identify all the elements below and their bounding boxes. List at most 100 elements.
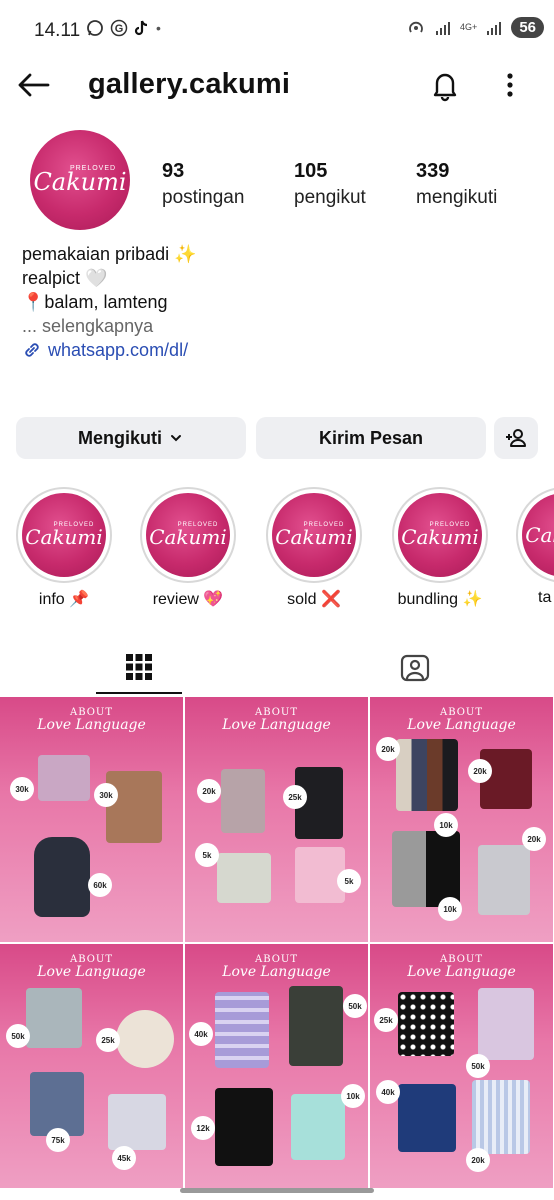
price-tag: 25k	[283, 785, 307, 809]
price-tag: 25k	[96, 1028, 120, 1052]
posts-grid: ABOUT Love Language 30k 30k 60k ABOUT Lo…	[0, 697, 554, 1189]
battery-level: 56	[511, 17, 544, 38]
post-thumbnail[interactable]: ABOUT Love Language 25k 50k 40k 20k	[370, 944, 553, 1189]
stat-followers[interactable]: 105 pengikut	[294, 160, 416, 209]
profile-header: gallery.cakumi	[0, 60, 554, 112]
post-thumbnail[interactable]: ABOUT Love Language 20k 25k 5k 5k	[185, 697, 368, 942]
tagged-person-icon	[400, 654, 430, 682]
price-tag: 50k	[343, 994, 367, 1018]
price-tag: 20k	[197, 779, 221, 803]
tab-tagged[interactable]	[388, 640, 442, 694]
bio-line: 📍balam, lamteng	[22, 292, 168, 312]
product-image	[26, 988, 82, 1048]
stat-following[interactable]: 339 mengikuti	[416, 160, 548, 209]
product-image	[396, 739, 458, 811]
post-thumbnail[interactable]: ABOUT Love Language 30k 30k 60k	[0, 697, 183, 942]
product-image	[34, 837, 90, 917]
highlight-info[interactable]: PRELOVED Cakumi info 📌	[16, 487, 112, 609]
highlight-label: sold ❌	[287, 591, 341, 608]
add-person-button[interactable]	[494, 417, 538, 459]
price-tag: 60k	[88, 873, 112, 897]
product-image	[116, 1010, 174, 1068]
dot-icon: •	[156, 20, 161, 36]
tab-grid[interactable]	[96, 640, 182, 694]
product-image	[38, 755, 90, 801]
logo-text: Cakumi	[33, 167, 127, 196]
price-tag: 30k	[94, 783, 118, 807]
price-tag: 40k	[189, 1022, 213, 1046]
bio-line: pemakaian pribadi ✨	[22, 244, 197, 264]
highlight-cover: Cakumi	[149, 524, 227, 549]
product-image	[30, 1072, 84, 1136]
highlight-sold[interactable]: PRELOVED Cakumi sold ❌	[266, 487, 362, 609]
price-tag: 75k	[46, 1128, 70, 1152]
profile-avatar[interactable]: PRELOVED Cakumi	[30, 130, 130, 230]
product-image	[472, 1080, 530, 1154]
stat-value: 105	[294, 160, 328, 182]
stat-value: 339	[416, 160, 450, 182]
product-image	[478, 845, 530, 915]
profile-username: gallery.cakumi	[88, 68, 291, 100]
product-image	[215, 992, 269, 1068]
price-tag: 12k	[191, 1116, 215, 1140]
product-image	[392, 831, 460, 907]
product-image	[398, 1084, 456, 1152]
product-image	[478, 988, 534, 1060]
tiktok-icon	[134, 20, 148, 36]
stat-label: postingan	[162, 187, 245, 208]
highlight-cover: Cakumi	[25, 524, 103, 549]
price-tag: 20k	[468, 759, 492, 783]
highlight-label: info 📌	[38, 591, 90, 608]
bio-more-link[interactable]: ... selengkapnya	[22, 314, 197, 338]
status-bar: 14.11 G • 4G+ 56	[0, 0, 554, 60]
whatsapp-icon	[87, 20, 103, 36]
price-tag: 20k	[466, 1148, 490, 1172]
highlight-partial[interactable]: Cakumi ta	[516, 487, 554, 607]
highlight-cover: Cakumi	[275, 524, 353, 549]
stat-label: mengikuti	[416, 187, 498, 208]
highlight-label: ta	[538, 589, 552, 606]
back-arrow-icon[interactable]	[16, 70, 50, 100]
post-thumbnail[interactable]: ABOUT Love Language 40k 50k 12k 10k	[185, 944, 368, 1189]
svg-text:G: G	[115, 23, 124, 35]
stat-label: pengikut	[294, 187, 366, 208]
highlight-label: review 💖	[152, 591, 224, 608]
message-button[interactable]: Kirim Pesan	[256, 417, 486, 459]
add-person-icon	[506, 429, 526, 447]
price-tag: 50k	[6, 1024, 30, 1048]
post-thumbnail[interactable]: ABOUT Love Language 20k 20k 10k 20k 10k	[370, 697, 553, 942]
price-tag: 5k	[195, 843, 219, 867]
highlight-bundling[interactable]: PRELOVED Cakumi bundling ✨	[392, 487, 488, 609]
stat-value: 93	[162, 160, 185, 182]
price-tag: 10k	[438, 897, 462, 921]
price-tag: 25k	[374, 1008, 398, 1032]
price-tag: 10k	[341, 1084, 365, 1108]
following-label: Mengikuti	[78, 427, 162, 448]
price-tag: 20k	[376, 737, 400, 761]
price-tag: 40k	[376, 1080, 400, 1104]
price-tag: 45k	[112, 1146, 136, 1170]
gesture-home-bar[interactable]	[180, 1188, 374, 1193]
following-button[interactable]: Mengikuti	[16, 417, 246, 459]
price-tag: 30k	[10, 777, 34, 801]
active-tab-indicator	[96, 692, 182, 694]
stat-posts[interactable]: 93 postingan	[162, 160, 294, 209]
grid-icon	[126, 654, 152, 680]
message-label: Kirim Pesan	[318, 427, 424, 448]
product-image	[221, 769, 265, 833]
signal-icon	[436, 21, 451, 35]
more-options-icon[interactable]	[496, 70, 524, 100]
product-image	[215, 1088, 273, 1166]
product-image	[217, 853, 271, 903]
product-image	[291, 1094, 345, 1160]
price-tag: 10k	[434, 813, 458, 837]
highlight-review[interactable]: PRELOVED Cakumi review 💖	[140, 487, 236, 609]
bio-website-link[interactable]: whatsapp.com/dl/	[22, 338, 197, 362]
signal-icon-2	[487, 21, 502, 35]
post-thumbnail[interactable]: ABOUT Love Language 50k 25k 75k 45k	[0, 944, 183, 1189]
highlight-cover: Cakumi	[401, 524, 479, 549]
price-tag: 20k	[522, 827, 546, 851]
network-type: 4G+	[460, 22, 478, 32]
link-icon	[25, 343, 39, 357]
bell-icon[interactable]	[428, 68, 462, 102]
